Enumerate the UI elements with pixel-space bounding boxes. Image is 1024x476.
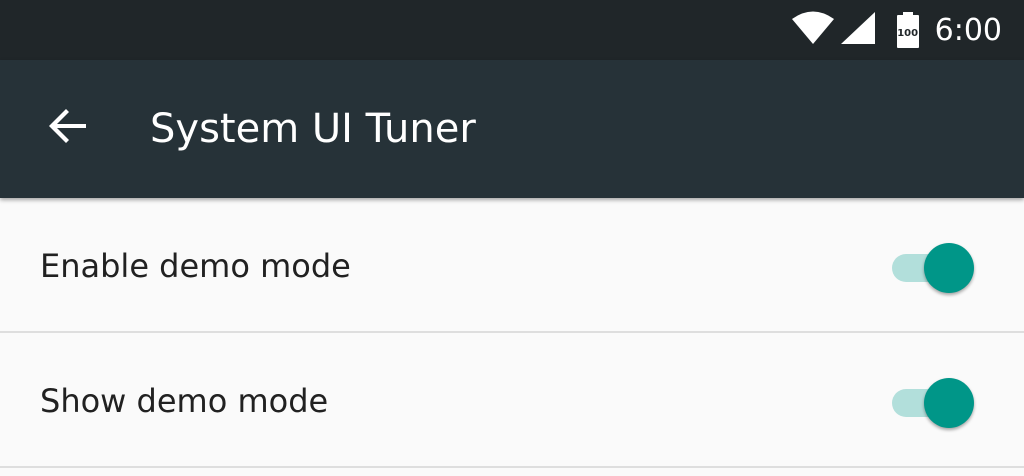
back-button[interactable]: [36, 96, 100, 160]
setting-row-enable-demo-mode[interactable]: Enable demo mode: [0, 198, 1024, 333]
status-bar: 100 6:00: [0, 0, 1024, 60]
switch-thumb: [924, 243, 974, 293]
battery-level-text: 100: [897, 28, 919, 39]
page-title: System UI Tuner: [150, 106, 476, 152]
setting-label: Show demo mode: [40, 382, 329, 420]
settings-list: Enable demo mode Show demo mode: [0, 198, 1024, 468]
wifi-icon: [791, 11, 835, 49]
battery-icon: 100: [895, 12, 921, 48]
app-bar: System UI Tuner: [0, 60, 1024, 198]
switch-thumb: [924, 378, 974, 428]
setting-label: Enable demo mode: [40, 247, 351, 285]
show-demo-mode-switch[interactable]: [892, 378, 976, 428]
enable-demo-mode-switch[interactable]: [892, 243, 976, 293]
back-arrow-icon: [48, 106, 88, 150]
status-time: 6:00: [934, 12, 1002, 48]
cell-signal-icon: [839, 10, 877, 50]
status-icons: 100 6:00: [791, 0, 1024, 60]
setting-row-show-demo-mode[interactable]: Show demo mode: [0, 333, 1024, 468]
